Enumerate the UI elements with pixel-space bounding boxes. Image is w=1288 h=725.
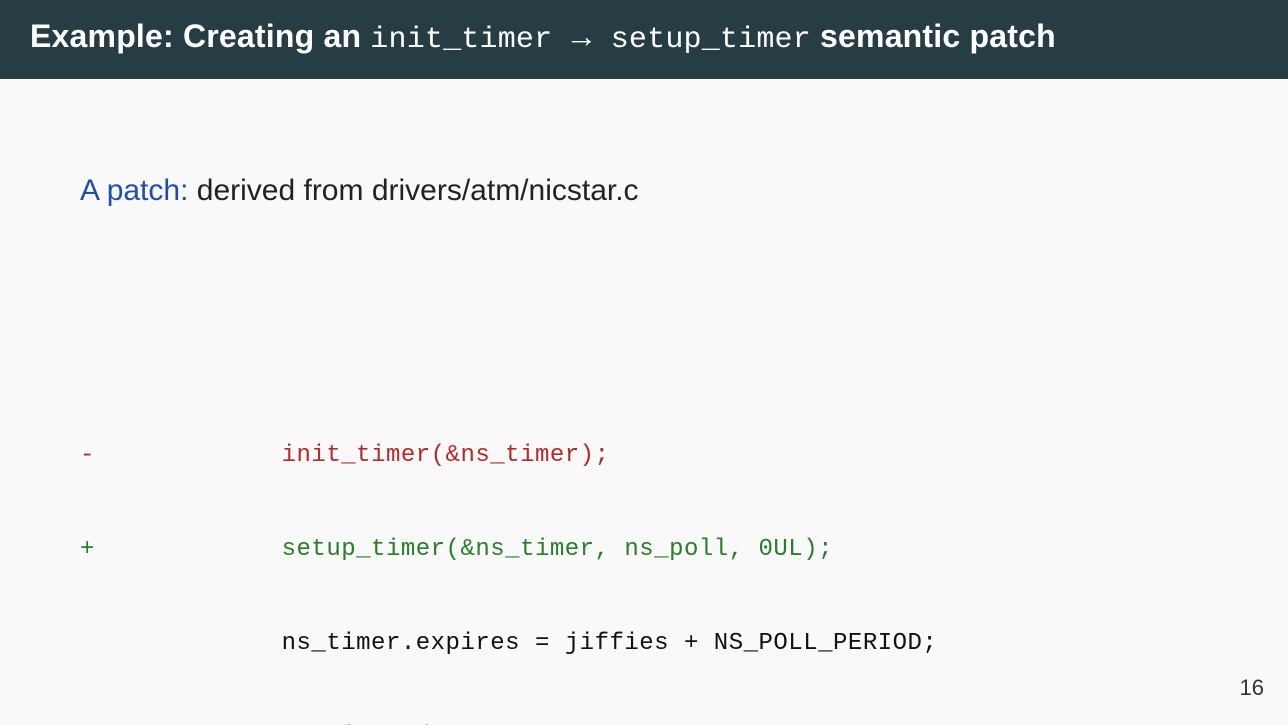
- page-number: 16: [1240, 675, 1264, 701]
- slide-header: Example: Creating an init_timer → setup_…: [0, 0, 1288, 79]
- slide-body: A patch: derived from drivers/atm/nicsta…: [0, 79, 1288, 719]
- subtitle: A patch: derived from drivers/atm/nicsta…: [80, 174, 1208, 208]
- diff-line: -init_timer(&ns_timer);: [80, 440, 1208, 471]
- title-prefix: Example: Creating an: [30, 18, 370, 54]
- diff-sign: -: [80, 440, 282, 471]
- diff-code-block: -init_timer(&ns_timer); +setup_timer(&ns…: [80, 378, 1208, 725]
- subtitle-rest: derived from drivers/atm/nicstar.c: [188, 174, 638, 207]
- arrow-icon: →: [561, 18, 601, 54]
- title-code-to: setup_timer: [611, 23, 811, 57]
- title-suffix: semantic patch: [811, 18, 1056, 54]
- subtitle-lead: A patch:: [80, 174, 188, 207]
- diff-sign: +: [80, 534, 282, 565]
- diff-line: +setup_timer(&ns_timer, ns_poll, 0UL);: [80, 534, 1208, 565]
- diff-text: setup_timer(&ns_timer, ns_poll, 0UL);: [282, 536, 833, 563]
- diff-line: -ns_timer.data = 0UL;: [80, 721, 1208, 725]
- diff-sign: -: [80, 721, 282, 725]
- diff-sign: [80, 628, 282, 659]
- diff-line: ns_timer.expires = jiffies + NS_POLL_PER…: [80, 628, 1208, 659]
- diff-text: init_timer(&ns_timer);: [282, 442, 610, 469]
- diff-text: ns_timer.expires = jiffies + NS_POLL_PER…: [282, 630, 938, 657]
- title-code-from: init_timer: [370, 23, 552, 57]
